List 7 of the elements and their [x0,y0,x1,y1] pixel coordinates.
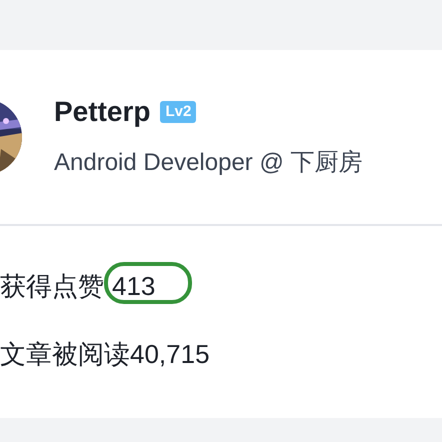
stat-label: 获得点赞 [0,272,104,300]
stat-value: 413 [112,272,156,300]
stat-value: 40,715 [130,340,210,368]
user-name: Petterp [54,96,150,128]
level-badge: Lv2 [160,101,196,123]
stat-label: 文章被阅读 [0,340,130,368]
user-headline: Android Developer @ 下厨房 [54,148,362,178]
